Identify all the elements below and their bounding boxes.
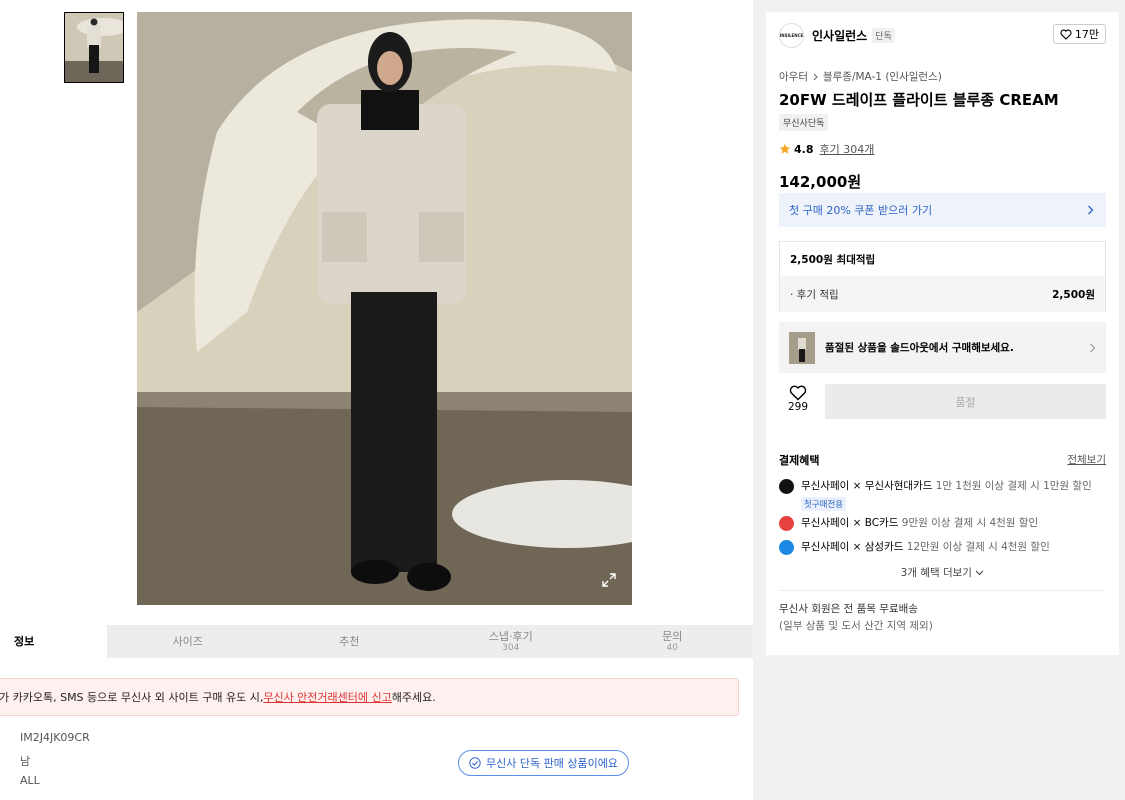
tab-inquiry[interactable]: 문의 40 xyxy=(592,625,754,658)
warning-text-prefix: 가 카카오톡, SMS 등으로 무신사 외 사이트 구매 유도 시, xyxy=(0,691,264,704)
tab-recommend[interactable]: 추천 xyxy=(269,625,431,658)
product-thumbnail[interactable] xyxy=(64,12,124,83)
tab-inquiry-count: 40 xyxy=(666,642,678,653)
benefit-item: 무신사페이 × 삼성카드 12만원 이상 결제 시 4천원 할인 xyxy=(779,539,1050,555)
benefit-item: 무신사페이 × 무신사현대카드 1만 1천원 이상 결제 시 1만원 할인 첫구… xyxy=(779,478,1092,511)
wishlist-button[interactable]: 299 xyxy=(779,385,817,421)
brand-like-button[interactable]: 17만 xyxy=(1052,24,1106,44)
rating-row: 4.8 후기 304개 xyxy=(779,141,874,157)
rating-score: 4.8 xyxy=(794,142,814,156)
breadcrumb: 아우터 블루종/MA-1 (인사일런스) xyxy=(779,69,942,84)
brand-name[interactable]: 인사일런스 xyxy=(812,27,867,44)
product-title: 20FW 드레이프 플라이트 블루종 CREAM xyxy=(779,91,1059,109)
product-gallery-section: 정보 사이즈 추천 스냅·후기 304 문의 40 가 카카오톡, SMS 등으로 … xyxy=(0,0,753,800)
thumbnail-image xyxy=(65,13,123,82)
payment-benefits-title: 결제혜택 xyxy=(779,454,820,467)
chevron-right-icon xyxy=(813,73,818,80)
brand-logo-text: INSILENCE xyxy=(779,32,804,38)
breadcrumb-item-category[interactable]: 블루종/MA-1 (인사일런스) xyxy=(823,69,942,84)
shipping-exception-line: (일부 상품 및 도서 산간 지역 제외) xyxy=(779,619,933,632)
points-box: 2,500원 최대적립 · 후기 적립 2,500원 xyxy=(779,241,1106,312)
report-safe-trade-link[interactable]: 무신사 안전거래센터에 신고 xyxy=(263,689,391,705)
chevron-right-icon xyxy=(1090,343,1096,352)
hyundai-card-icon xyxy=(779,479,794,494)
tab-size-label: 사이즈 xyxy=(172,634,203,648)
more-benefits-button[interactable]: 3개 혜택 더보기 xyxy=(766,565,1119,580)
musinsa-exclusive-badge: 무신사단독 xyxy=(779,114,829,131)
first-purchase-tag: 첫구매전용 xyxy=(801,497,847,511)
review-points-row: · 후기 적립 2,500원 xyxy=(780,276,1105,312)
chevron-down-icon xyxy=(975,570,984,576)
exclusive-pill-label: 무신사 단독 판매 상품이에요 xyxy=(486,757,618,770)
benefit-item: 무신사페이 × BC카드 9만원 이상 결제 시 4천원 할인 xyxy=(779,515,1038,531)
tab-size[interactable]: 사이즈 xyxy=(107,625,269,658)
review-points-label: · 후기 적립 xyxy=(790,288,839,301)
tab-recommend-label: 추천 xyxy=(339,634,360,648)
brand-like-count: 17만 xyxy=(1074,28,1099,41)
benefit-title: 무신사페이 × 삼성카드 xyxy=(801,541,904,553)
product-tabs: 정보 사이즈 추천 스냅·후기 304 문의 40 xyxy=(0,625,753,658)
check-circle-icon xyxy=(469,757,481,769)
more-benefits-label: 3개 혜택 더보기 xyxy=(900,567,972,579)
brand-row: INSILENCE 인사일런스 단독 17만 xyxy=(779,22,1106,48)
product-code: IM2J4JK09CR xyxy=(20,731,90,744)
tab-snap-review[interactable]: 스냅·후기 304 xyxy=(430,625,592,658)
expand-image-button[interactable] xyxy=(598,569,620,591)
product-photo xyxy=(137,12,632,605)
fraud-warning-banner: 가 카카오톡, SMS 등으로 무신사 외 사이트 구매 유도 시, 무신사 안… xyxy=(0,678,739,716)
benefit-desc: 12만원 이상 결제 시 4천원 할인 xyxy=(906,541,1050,553)
exclusive-sale-pill[interactable]: 무신사 단독 판매 상품이에요 xyxy=(458,750,629,776)
product-gender: 남 xyxy=(20,755,31,768)
benefit-title: 무신사페이 × 무신사현대카드 xyxy=(801,480,933,492)
divider xyxy=(779,590,1106,591)
view-all-benefits-link[interactable]: 전체보기 xyxy=(1067,452,1106,468)
max-points-header: 2,500원 최대적립 xyxy=(790,253,876,266)
soldout-banner-label: 품절된 상품을 솔드아웃에서 구매해보세요. xyxy=(825,342,1014,354)
breadcrumb-item-outer[interactable]: 아우터 xyxy=(779,69,808,84)
coupon-label: 첫 구매 20% 쿠폰 받으러 가기 xyxy=(789,204,933,217)
samsung-card-icon xyxy=(779,540,794,555)
tab-info-label: 정보 xyxy=(14,634,35,648)
review-points-amount: 2,500원 xyxy=(1052,288,1095,301)
review-count-link[interactable]: 후기 304개 xyxy=(820,141,875,157)
tab-snap-review-count: 304 xyxy=(502,642,520,653)
tab-info[interactable]: 정보 xyxy=(0,625,107,658)
bc-card-icon xyxy=(779,516,794,531)
benefit-title: 무신사페이 × BC카드 xyxy=(801,517,899,529)
free-shipping-notice: 무신사 회원은 전 품목 무료배송 (일부 상품 및 도서 산간 지역 제외) xyxy=(779,601,933,635)
tab-inquiry-label: 문의 xyxy=(662,629,683,643)
soldout-marketplace-banner[interactable]: 품절된 상품을 솔드아웃에서 구매해보세요. xyxy=(779,322,1106,373)
first-purchase-coupon-button[interactable]: 첫 구매 20% 쿠폰 받으러 가기 xyxy=(779,193,1106,227)
brand-exclusive-badge: 단독 xyxy=(872,27,895,43)
chevron-right-icon xyxy=(1088,205,1094,215)
main-product-image xyxy=(137,12,632,605)
heart-icon xyxy=(1060,29,1072,40)
brand-logo[interactable]: INSILENCE xyxy=(779,22,804,48)
benefit-desc: 9만원 이상 결제 시 4천원 할인 xyxy=(901,517,1039,529)
heart-icon xyxy=(789,385,807,401)
purchase-panel: INSILENCE 인사일런스 단독 17만 아우터 블루종/MA-1 (인사일… xyxy=(766,12,1119,655)
soldout-buy-button: 품절 xyxy=(825,384,1106,419)
expand-icon xyxy=(602,573,616,587)
soldout-product-thumbnail xyxy=(789,331,815,364)
product-season: ALL xyxy=(20,774,40,787)
warning-text-suffix: 해주세요. xyxy=(391,691,436,704)
wishlist-count: 299 xyxy=(787,401,809,413)
free-shipping-line: 무신사 회원은 전 품목 무료배송 xyxy=(779,603,918,615)
payment-benefits-header: 결제혜택 전체보기 xyxy=(779,452,1106,468)
star-icon xyxy=(779,143,791,154)
benefit-desc: 1만 1천원 이상 결제 시 1만원 할인 xyxy=(935,480,1092,492)
soldout-thumb-image xyxy=(789,331,815,364)
tab-snap-review-label: 스냅·후기 xyxy=(488,629,533,643)
product-price: 142,000원 xyxy=(779,173,862,191)
